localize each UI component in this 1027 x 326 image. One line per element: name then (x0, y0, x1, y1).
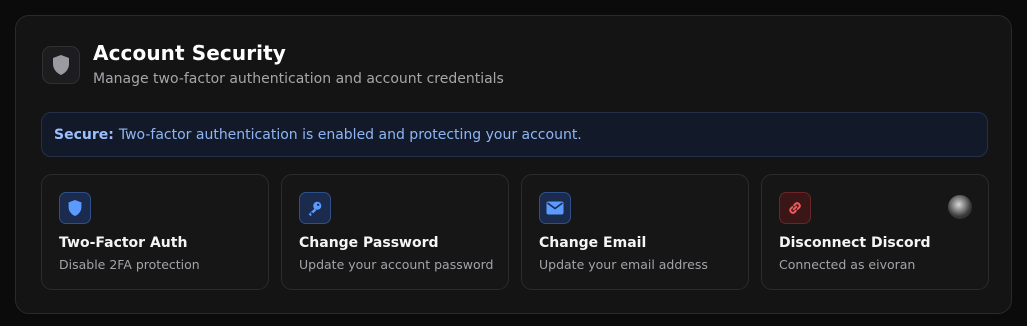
card-title: Disconnect Discord (779, 235, 931, 251)
card-description: Update your email address (539, 257, 708, 272)
key-icon (299, 192, 331, 224)
banner-label: Secure: (54, 126, 114, 143)
change-password-card[interactable]: Change Password Update your account pass… (281, 174, 509, 290)
card-title: Two-Factor Auth (59, 235, 188, 251)
link-icon (779, 192, 811, 224)
change-email-card[interactable]: Change Email Update your email address (521, 174, 749, 290)
security-status-banner: Secure: Two-factor authentication is ena… (41, 112, 988, 157)
card-description: Connected as eivoran (779, 257, 916, 272)
card-title: Change Email (539, 235, 647, 251)
envelope-icon (539, 192, 571, 224)
page-title: Account Security (93, 41, 286, 65)
card-description: Disable 2FA protection (59, 257, 200, 272)
account-security-panel: Account Security Manage two-factor authe… (15, 15, 1012, 314)
two-factor-auth-card[interactable]: Two-Factor Auth Disable 2FA protection (41, 174, 269, 290)
card-description: Update your account password (299, 257, 494, 272)
disconnect-discord-card[interactable]: Disconnect Discord Connected as eivoran (761, 174, 989, 290)
card-title: Change Password (299, 235, 439, 251)
banner-message: Two-factor authentication is enabled and… (118, 126, 582, 143)
page-subtitle: Manage two-factor authentication and acc… (93, 71, 504, 87)
shield-icon (59, 192, 91, 224)
discord-avatar (948, 195, 972, 219)
header-shield-icon (42, 46, 80, 84)
